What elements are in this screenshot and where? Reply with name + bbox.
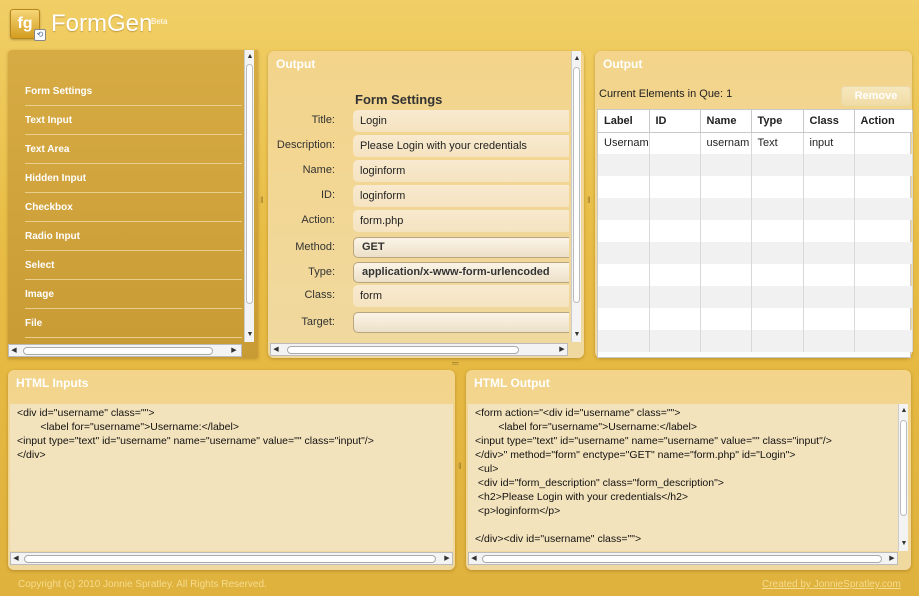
settings-vertical-scrollbar[interactable]: ▲ ▼ — [571, 51, 581, 342]
output-horizontal-scrollbar[interactable]: ◀ ▶ — [468, 552, 898, 565]
sidebar-item-hidden-input[interactable]: Hidden Input — [25, 164, 242, 193]
sidebar-item-form-settings[interactable]: Form Settings — [25, 77, 242, 106]
column-header-name[interactable]: Name — [700, 110, 752, 133]
panel-title: Output — [603, 57, 643, 71]
sidebar-horizontal-scrollbar[interactable]: ◀ ▶ — [8, 344, 242, 357]
table-cell: Usernam — [598, 132, 650, 154]
table-cell — [854, 132, 913, 154]
scroll-thumb[interactable] — [23, 347, 213, 355]
element-sidebar: Form Settings Text Input Text Area Hidde… — [8, 50, 258, 358]
sidebar-vertical-scrollbar[interactable]: ▲ ▼ — [244, 50, 254, 342]
panel-title: HTML Output — [474, 376, 550, 390]
id-field[interactable]: loginform — [353, 185, 569, 207]
table-row-empty — [598, 330, 913, 352]
sidebar-item-select[interactable]: Select — [25, 251, 242, 280]
action-field[interactable]: form.php — [353, 210, 569, 232]
scroll-right-icon[interactable]: ▶ — [442, 554, 452, 564]
scroll-left-icon[interactable]: ◀ — [9, 346, 19, 356]
elements-table: Label ID Name Type Class Action Usernam … — [597, 109, 913, 358]
panel-title: HTML Inputs — [16, 376, 89, 390]
settings-horizontal-scrollbar[interactable]: ◀ ▶ — [270, 343, 568, 356]
remove-button[interactable]: Remove — [841, 86, 911, 106]
splitter-handle-icon[interactable]: ‖ — [587, 196, 591, 205]
description-label: Description: — [276, 139, 335, 151]
table-cell: Text — [751, 132, 804, 154]
sidebar-item-checkbox[interactable]: Checkbox — [25, 193, 242, 222]
scroll-thumb[interactable] — [900, 420, 907, 516]
type-label: Type: — [308, 266, 335, 278]
type-select[interactable]: application/x-www-form-urlencoded — [353, 262, 569, 283]
title-label: Title: — [311, 114, 335, 126]
scroll-thumb[interactable] — [482, 555, 882, 563]
table-row-empty — [598, 264, 913, 286]
scroll-right-icon[interactable]: ▶ — [557, 345, 567, 355]
column-header-label[interactable]: Label — [598, 110, 650, 133]
target-select[interactable] — [353, 312, 569, 333]
scroll-thumb[interactable] — [246, 64, 253, 304]
table-row-empty — [598, 242, 913, 264]
scroll-down-icon[interactable]: ▼ — [899, 539, 909, 549]
beta-badge: Beta — [151, 17, 168, 26]
refresh-icon[interactable]: ⟲ — [34, 29, 46, 41]
scroll-left-icon[interactable]: ◀ — [11, 554, 21, 564]
splitter-handle-icon[interactable]: ═ — [452, 359, 458, 368]
scroll-left-icon[interactable]: ◀ — [271, 345, 281, 355]
splitter-handle-icon[interactable]: ‖ — [458, 462, 462, 471]
scroll-up-icon[interactable]: ▲ — [899, 406, 909, 416]
name-label: Name: — [302, 164, 335, 176]
table-row-empty — [598, 308, 913, 330]
table-cell: usernam — [700, 132, 752, 154]
name-field[interactable]: loginform — [353, 160, 569, 182]
column-header-id[interactable]: ID — [649, 110, 701, 133]
scroll-right-icon[interactable]: ▶ — [229, 346, 239, 356]
table-cell — [649, 132, 701, 154]
scroll-up-icon[interactable]: ▲ — [245, 52, 255, 62]
inputs-horizontal-scrollbar[interactable]: ◀ ▶ — [10, 552, 453, 565]
scroll-thumb[interactable] — [573, 67, 580, 303]
sidebar-item-text-input[interactable]: Text Input — [25, 106, 242, 135]
table-row[interactable]: Usernam usernam Text input — [598, 132, 913, 154]
table-cell: input — [803, 132, 855, 154]
table-row-empty — [598, 198, 913, 220]
table-row-empty — [598, 154, 913, 176]
class-label: Class: — [304, 289, 335, 301]
html-inputs-textarea[interactable]: <div id="username" class=""> <label for=… — [10, 404, 453, 551]
title-field[interactable]: Login — [353, 110, 569, 132]
description-field[interactable]: Please Login with your credentials — [353, 135, 569, 157]
id-label: ID: — [320, 189, 335, 201]
copyright-text: Copyright (c) 2010 Jonnie Spratley. All … — [18, 579, 267, 590]
table-row-empty — [598, 220, 913, 242]
panel-title: Output — [276, 57, 316, 71]
html-output-textarea[interactable]: <form action="<div id="username" class="… — [468, 404, 898, 551]
scroll-thumb[interactable] — [287, 346, 519, 354]
target-label: Target: — [301, 316, 335, 328]
splitter-handle-icon[interactable]: ‖ — [260, 196, 264, 205]
app-title: FormGen — [51, 10, 153, 37]
scroll-right-icon[interactable]: ▶ — [887, 554, 897, 564]
class-field[interactable]: form — [353, 285, 569, 307]
action-label: Action: — [301, 214, 335, 226]
queue-count-text: Current Elements in Que: 1 — [599, 88, 733, 100]
scroll-down-icon[interactable]: ▼ — [245, 330, 255, 340]
scroll-left-icon[interactable]: ◀ — [469, 554, 479, 564]
sidebar-item-file[interactable]: File — [25, 309, 242, 338]
output-vertical-scrollbar[interactable]: ▲ ▼ — [898, 404, 908, 551]
table-row-empty — [598, 176, 913, 198]
scroll-down-icon[interactable]: ▼ — [572, 330, 582, 340]
method-label: Method: — [295, 241, 335, 253]
column-header-class[interactable]: Class — [803, 110, 855, 133]
table-row-empty — [598, 286, 913, 308]
scroll-thumb[interactable] — [24, 555, 436, 563]
table-header-row: Label ID Name Type Class Action — [598, 110, 913, 133]
column-header-action[interactable]: Action — [854, 110, 913, 133]
sidebar-item-image[interactable]: Image — [25, 280, 242, 309]
credit-link[interactable]: Created by JonnieSpratley.com — [762, 579, 901, 590]
sidebar-item-text-area[interactable]: Text Area — [25, 135, 242, 164]
form-settings-heading: Form Settings — [355, 92, 443, 107]
sidebar-item-radio-input[interactable]: Radio Input — [25, 222, 242, 251]
column-header-type[interactable]: Type — [751, 110, 804, 133]
method-select[interactable]: GET — [353, 237, 569, 258]
scroll-up-icon[interactable]: ▲ — [572, 54, 582, 64]
